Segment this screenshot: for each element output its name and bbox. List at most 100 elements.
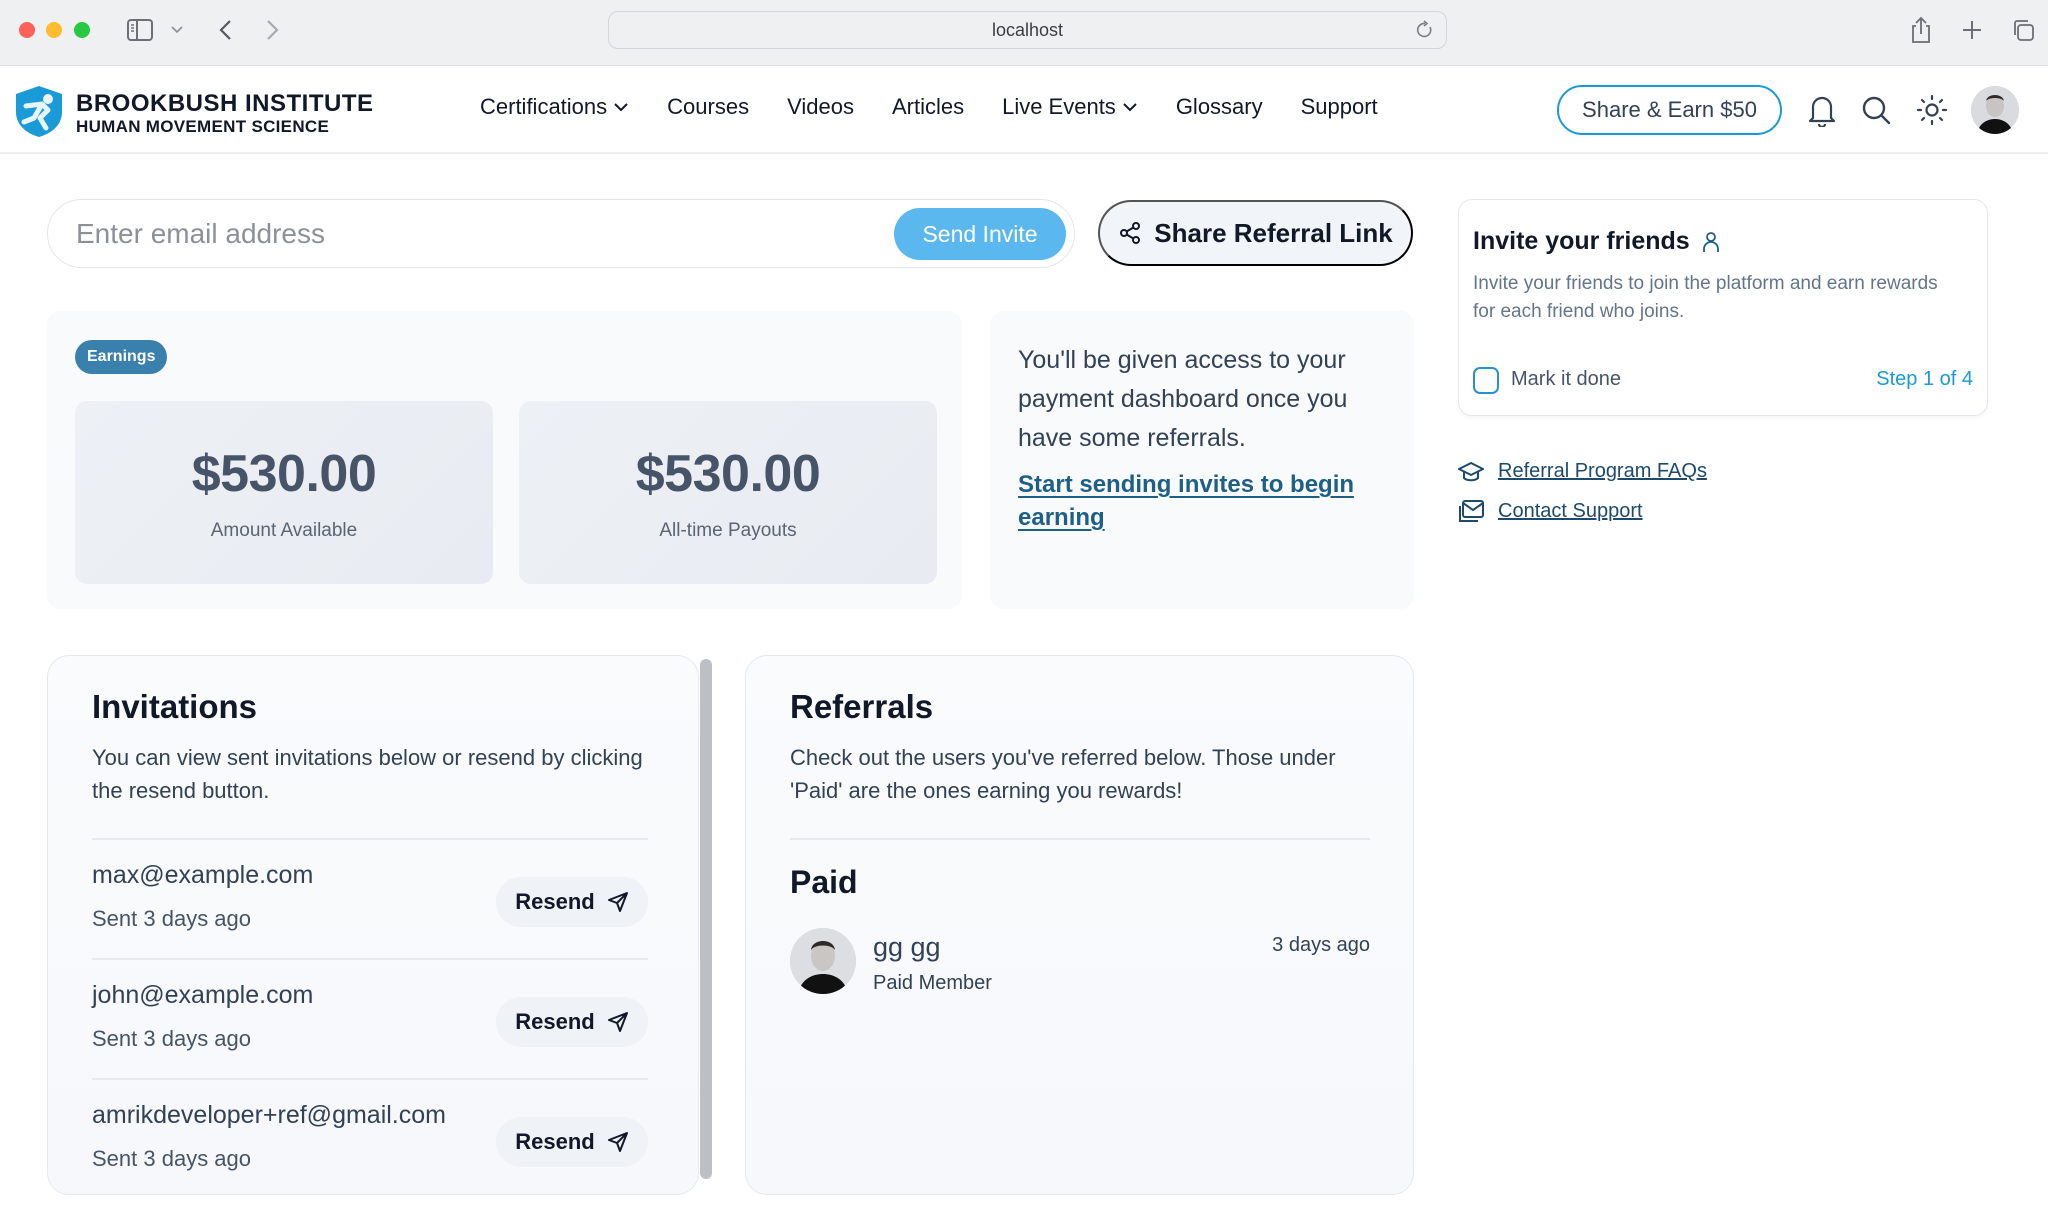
share-referral-link-label: Share Referral Link <box>1154 217 1393 248</box>
sidebar-toggle-icon[interactable] <box>124 14 156 46</box>
brand-name: BROOKBUSH INSTITUTE <box>76 89 374 117</box>
address-bar[interactable]: localhost <box>608 11 1447 49</box>
resend-label: Resend <box>515 889 595 914</box>
contact-support-label: Contact Support <box>1498 499 1643 522</box>
earnings-badge: Earnings <box>75 340 168 374</box>
brand-tagline: HUMAN MOVEMENT SCIENCE <box>76 116 330 136</box>
access-note-text: You'll be given access to your payment d… <box>1018 346 1348 452</box>
back-icon[interactable] <box>212 14 238 46</box>
invite-form: Send Invite <box>47 199 1075 268</box>
reload-icon[interactable] <box>1416 20 1434 45</box>
invitation-sent-time: Sent 3 days ago <box>92 1026 252 1051</box>
referral-avatar <box>790 928 856 994</box>
invitation-row: john@example.com Sent 3 days ago Resend <box>92 981 648 1101</box>
site-header: BROOKBUSH INSTITUTE HUMAN MOVEMENT SCIEN… <box>0 66 2048 154</box>
forward-icon[interactable] <box>260 14 286 46</box>
invitations-scrollbar[interactable] <box>700 659 712 1179</box>
chevron-down-icon[interactable] <box>168 14 186 46</box>
nav-support-label: Support <box>1300 94 1378 119</box>
invitation-sent-time: Sent 3 days ago <box>92 1146 252 1171</box>
nav-articles-label: Articles <box>891 94 965 119</box>
nav-glossary[interactable]: Glossary <box>1176 94 1263 120</box>
nav-courses[interactable]: Courses <box>667 94 749 120</box>
invitations-title: Invitations <box>92 688 258 725</box>
user-icon <box>1702 231 1719 252</box>
referral-name: gg gg <box>873 932 941 962</box>
referrals-title: Referrals <box>790 688 934 725</box>
referral-time: 3 days ago <box>1272 934 1370 956</box>
invitation-row: max@example.com Sent 3 days ago Resend <box>92 861 648 981</box>
paid-heading: Paid <box>790 864 858 900</box>
send-icon <box>607 1132 628 1152</box>
resend-button[interactable]: Resend <box>496 1117 648 1167</box>
resend-button[interactable]: Resend <box>496 877 648 927</box>
referrals-card: Referrals Check out the users you've ref… <box>745 655 1414 1195</box>
mark-done-checkbox[interactable] <box>1473 367 1499 394</box>
search-icon[interactable] <box>1858 92 1894 128</box>
send-invite-button[interactable]: Send Invite <box>894 208 1066 260</box>
divider <box>92 958 648 960</box>
earnings-panel: Earnings $530.00 Amount Available $530.0… <box>47 311 962 609</box>
invitation-email: max@example.com <box>92 861 314 889</box>
share-icon[interactable] <box>1906 14 1936 46</box>
nav-live-events-label: Live Events <box>1002 94 1116 119</box>
nav-glossary-label: Glossary <box>1175 94 1263 119</box>
invitations-description: You can view sent invitations below or r… <box>92 745 643 803</box>
brand-logo[interactable]: BROOKBUSH INSTITUTE HUMAN MOVEMENT SCIEN… <box>12 84 374 143</box>
all-time-payouts-label: All-time Payouts <box>659 519 797 541</box>
invitation-email: amrikdeveloper+ref@gmail.com <box>92 1101 446 1129</box>
invitation-sent-time: Sent 3 days ago <box>92 906 252 931</box>
nav-videos[interactable]: Videos <box>787 94 854 120</box>
share-referral-link-button[interactable]: Share Referral Link <box>1098 200 1413 266</box>
close-window-button[interactable] <box>19 22 35 38</box>
nav-support[interactable]: Support <box>1301 94 1378 120</box>
divider <box>790 838 1370 840</box>
amount-available-value: $530.00 <box>191 444 377 503</box>
task-title-text: Invite your friends <box>1473 227 1690 255</box>
minimize-window-button[interactable] <box>46 22 62 38</box>
referrals-description: Check out the users you've referred belo… <box>790 745 1336 803</box>
nav-courses-label: Courses <box>667 94 750 119</box>
referral-faqs-link[interactable]: Referral Program FAQs <box>1458 460 1707 483</box>
chevron-down-icon <box>614 103 628 112</box>
resend-label: Resend <box>515 1129 595 1154</box>
invite-friends-task-card: Invite your friends Invite your friends … <box>1458 199 1988 416</box>
referral-status: Paid Member <box>873 972 992 994</box>
divider <box>92 1078 648 1080</box>
task-description: Invite your friends to join the platform… <box>1473 273 1938 322</box>
mail-icon <box>1459 500 1484 522</box>
referral-row: gg gg Paid Member 3 days ago <box>790 928 1370 998</box>
contact-support-link[interactable]: Contact Support <box>1458 499 1643 523</box>
browser-toolbar: localhost <box>0 0 2048 66</box>
send-icon <box>607 892 628 912</box>
nav-live-events[interactable]: Live Events <box>1002 94 1138 120</box>
invitation-email: john@example.com <box>92 981 314 1009</box>
nav-certifications[interactable]: Certifications <box>480 94 629 120</box>
user-avatar[interactable] <box>1971 86 2019 134</box>
new-tab-icon[interactable] <box>1957 14 1987 46</box>
nav-certifications-label: Certifications <box>480 94 608 119</box>
share-earn-button[interactable]: Share & Earn $50 <box>1557 85 1782 135</box>
referral-faqs-label: Referral Program FAQs <box>1498 460 1707 482</box>
mark-done-label[interactable]: Mark it done <box>1511 368 1621 391</box>
invitation-row: amrikdeveloper+ref@gmail.com Sent 3 days… <box>92 1101 648 1221</box>
nav-articles[interactable]: Articles <box>892 94 964 120</box>
resend-button[interactable]: Resend <box>496 997 648 1047</box>
main-nav: Certifications Courses Videos Articles L… <box>480 94 1378 120</box>
invitations-card: Invitations You can view sent invitation… <box>47 655 699 1195</box>
theme-toggle-sun-icon[interactable] <box>1914 92 1950 128</box>
resend-label: Resend <box>515 1009 595 1034</box>
maximize-window-button[interactable] <box>74 22 90 38</box>
email-input[interactable] <box>76 212 896 256</box>
url-text: localhost <box>991 19 1064 40</box>
chevron-down-icon <box>1123 103 1137 112</box>
shield-runner-logo-icon <box>12 84 66 143</box>
tabs-overview-icon[interactable] <box>2008 14 2038 46</box>
all-time-payouts-card: $530.00 All-time Payouts <box>519 401 937 584</box>
divider <box>92 838 648 840</box>
step-indicator: Step 1 of 4 <box>1876 368 1973 390</box>
bell-icon[interactable] <box>1804 92 1840 128</box>
all-time-payouts-value: $530.00 <box>635 444 821 503</box>
start-sending-invites-link[interactable]: Start sending invites to begin earning <box>1018 468 1386 534</box>
amount-available-label: Amount Available <box>210 519 358 541</box>
